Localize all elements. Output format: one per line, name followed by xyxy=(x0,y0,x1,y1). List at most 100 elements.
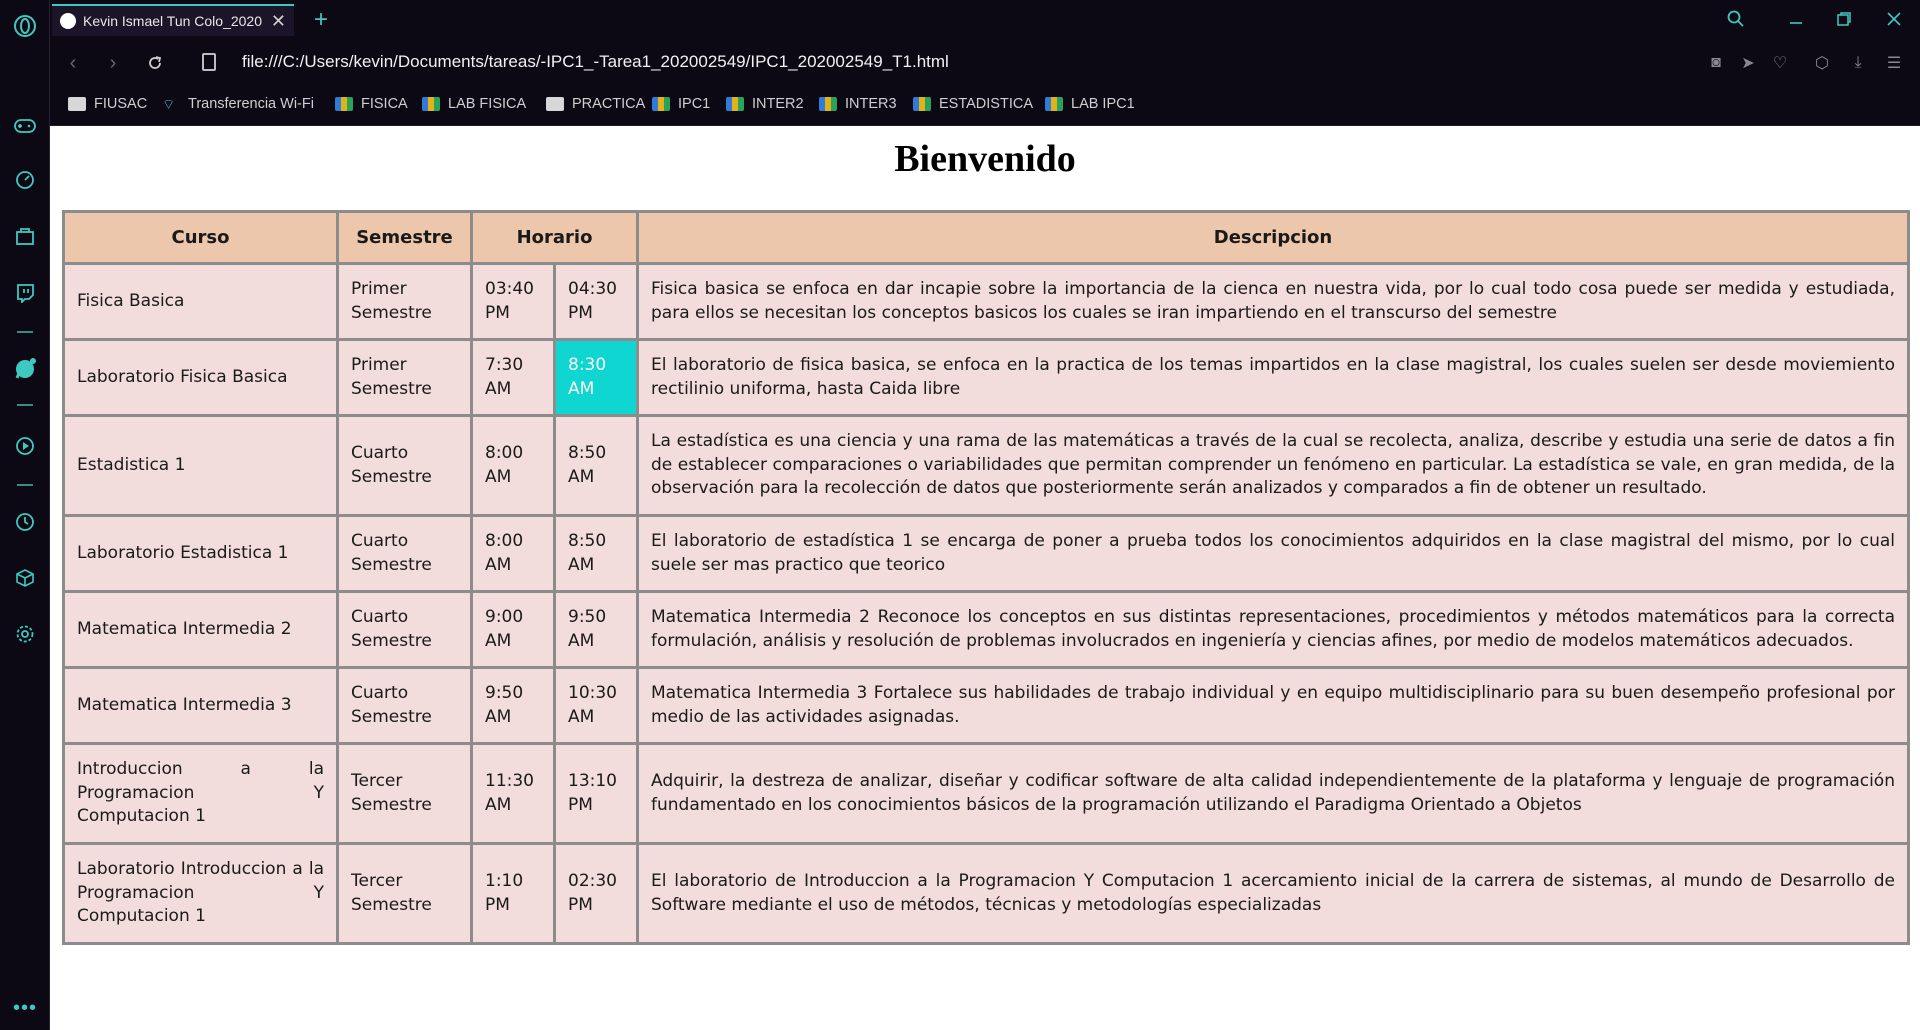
minimize-button[interactable] xyxy=(1778,4,1814,34)
table-row: Fisica Basica Primer Semestre 03:40 PM 0… xyxy=(62,262,1910,341)
easy-setup-icon[interactable]: ☰ xyxy=(1882,51,1906,75)
cell-fin: 8:50 AM xyxy=(553,514,639,593)
cell-descripcion: Matematica Intermedia 3 Fortalece sus ha… xyxy=(636,666,1910,745)
cell-inicio: 7:30 AM xyxy=(470,338,556,417)
page-icon xyxy=(546,97,564,111)
table-row: Introduccion a la Programacion Y Computa… xyxy=(62,742,1910,845)
cell-fin: 13:10 PM xyxy=(553,742,639,845)
cell-inicio: 03:40 PM xyxy=(470,262,556,341)
close-window-button[interactable] xyxy=(1876,4,1912,34)
url-field[interactable]: file:///C:/Users/kevin/Documents/tareas/… xyxy=(242,52,949,72)
bookmark-lab-ipc1[interactable]: LAB IPC1 xyxy=(1045,96,1135,112)
cell-curso: Estadistica 1 xyxy=(62,414,339,517)
cube-wallet-icon[interactable]: ⬡ xyxy=(1810,51,1834,75)
bookmark-ipc1[interactable]: IPC1 xyxy=(652,96,710,112)
search-icon[interactable] xyxy=(1718,4,1754,34)
cell-semestre: Cuarto Semestre xyxy=(336,514,473,593)
reload-button[interactable] xyxy=(142,50,168,76)
bookmark-estadistica[interactable]: ESTADISTICA xyxy=(913,96,1033,112)
bookmark-practica[interactable]: PRACTICA xyxy=(546,96,645,112)
cell-fin-highlighted: 8:30 AM xyxy=(553,338,639,417)
bookmark-wifi[interactable]: ⌔ Transferencia Wi-Fi xyxy=(162,96,314,112)
cell-curso: Matematica Intermedia 2 xyxy=(62,590,339,669)
cell-inicio: 8:00 AM xyxy=(470,414,556,517)
cell-semestre: Primer Semestre xyxy=(336,338,473,417)
classroom-icon xyxy=(819,97,837,111)
wifi-icon: ⌔ xyxy=(162,96,176,112)
whatsapp-icon[interactable] xyxy=(13,357,37,381)
restore-button[interactable] xyxy=(1826,4,1862,34)
courses-table: Curso Semestre Horario Descripcion Fisic… xyxy=(62,210,1910,945)
globe-icon xyxy=(60,13,76,29)
cell-curso: Matematica Intermedia 3 xyxy=(62,666,339,745)
table-row: Matematica Intermedia 3 Cuarto Semestre … xyxy=(62,666,1910,745)
bookmarks-bar: FIUSAC ⌔ Transferencia Wi-Fi FISICA LAB F… xyxy=(50,86,1920,126)
classroom-icon xyxy=(422,97,440,111)
bookmark-label: INTER2 xyxy=(752,96,804,112)
cell-semestre: Tercer Semestre xyxy=(336,842,473,945)
cell-curso: Laboratorio Introduccion a la Programaci… xyxy=(62,842,339,945)
cell-descripcion: El laboratorio de fisica basica, se enfo… xyxy=(636,338,1910,417)
bag-icon[interactable] xyxy=(13,224,37,248)
classroom-icon xyxy=(652,97,670,111)
address-bar: ‹ › file:///C:/Users/kevin/Documents/tar… xyxy=(50,40,1920,86)
close-tab-icon[interactable]: ✕ xyxy=(271,11,286,32)
classroom-icon xyxy=(335,97,353,111)
table-row: Matematica Intermedia 2 Cuarto Semestre … xyxy=(62,590,1910,669)
heart-icon[interactable]: ♡ xyxy=(1768,51,1792,75)
cell-inicio: 1:10 PM xyxy=(470,842,556,945)
download-icon[interactable]: ⤓ xyxy=(1846,51,1870,75)
sidebar-separator xyxy=(17,331,33,333)
back-button[interactable]: ‹ xyxy=(60,50,86,76)
bookmark-label: FISICA xyxy=(361,96,408,112)
bookmark-label: ESTADISTICA xyxy=(939,96,1033,112)
cell-semestre: Tercer Semestre xyxy=(336,742,473,845)
cell-fin: 8:50 AM xyxy=(553,414,639,517)
bookmark-inter2[interactable]: INTER2 xyxy=(726,96,804,112)
cell-fin: 02:30 PM xyxy=(553,842,639,945)
cell-curso: Laboratorio Estadistica 1 xyxy=(62,514,339,593)
twitch-icon[interactable] xyxy=(13,281,37,305)
file-page-icon xyxy=(202,53,216,71)
forward-button[interactable]: › xyxy=(100,50,126,76)
fiusac-icon xyxy=(68,97,86,111)
sidebar-separator xyxy=(17,404,33,406)
send-icon[interactable]: ➤ xyxy=(1736,51,1760,75)
browser-sidebar: ••• xyxy=(0,0,50,1030)
cell-semestre: Cuarto Semestre xyxy=(336,414,473,517)
cell-descripcion: Fisica basica se enfoca en dar incapie s… xyxy=(636,262,1910,341)
cell-fin: 9:50 AM xyxy=(553,590,639,669)
cell-curso: Fisica Basica xyxy=(62,262,339,341)
bookmark-lab-fisica[interactable]: LAB FISICA xyxy=(422,96,526,112)
cell-semestre: Cuarto Semestre xyxy=(336,590,473,669)
tab-bar: Kevin Ismael Tun Colo_2020 ✕ + xyxy=(50,0,1920,40)
active-tab[interactable]: Kevin Ismael Tun Colo_2020 ✕ xyxy=(52,4,294,36)
history-icon[interactable] xyxy=(13,510,37,534)
cell-descripcion: La estadística es una ciencia y una rama… xyxy=(636,414,1910,517)
header-semestre: Semestre xyxy=(336,210,473,265)
table-row: Laboratorio Fisica Basica Primer Semestr… xyxy=(62,338,1910,417)
settings-gear-icon[interactable] xyxy=(13,622,37,646)
player-icon[interactable] xyxy=(13,434,37,458)
camera-icon[interactable]: ◙ xyxy=(1704,51,1728,75)
new-tab-button[interactable]: + xyxy=(306,5,336,35)
page-title: Bienvenido xyxy=(894,138,1076,180)
cell-inicio: 8:00 AM xyxy=(470,514,556,593)
bookmark-label: PRACTICA xyxy=(572,96,646,112)
cell-curso: Laboratorio Fisica Basica xyxy=(62,338,339,417)
bookmark-inter3[interactable]: INTER3 xyxy=(819,96,897,112)
speedometer-icon[interactable] xyxy=(13,168,37,192)
bookmark-fisica[interactable]: FISICA xyxy=(335,96,408,112)
cell-fin: 04:30 PM xyxy=(553,262,639,341)
bookmark-label: IPC1 xyxy=(678,96,711,112)
bookmark-fiusac[interactable]: FIUSAC xyxy=(68,96,147,112)
tab-title: Kevin Ismael Tun Colo_2020 xyxy=(83,13,262,29)
gamepad-icon[interactable] xyxy=(13,114,37,138)
bookmark-label: FIUSAC xyxy=(94,96,148,112)
cube-icon[interactable] xyxy=(13,566,37,590)
opera-logo-icon[interactable] xyxy=(13,14,37,38)
bookmark-label: INTER3 xyxy=(845,96,897,112)
cell-inicio: 9:00 AM xyxy=(470,590,556,669)
cell-descripcion: El laboratorio de Introduccion a la Prog… xyxy=(636,842,1910,945)
more-dots-icon[interactable]: ••• xyxy=(13,996,37,1020)
